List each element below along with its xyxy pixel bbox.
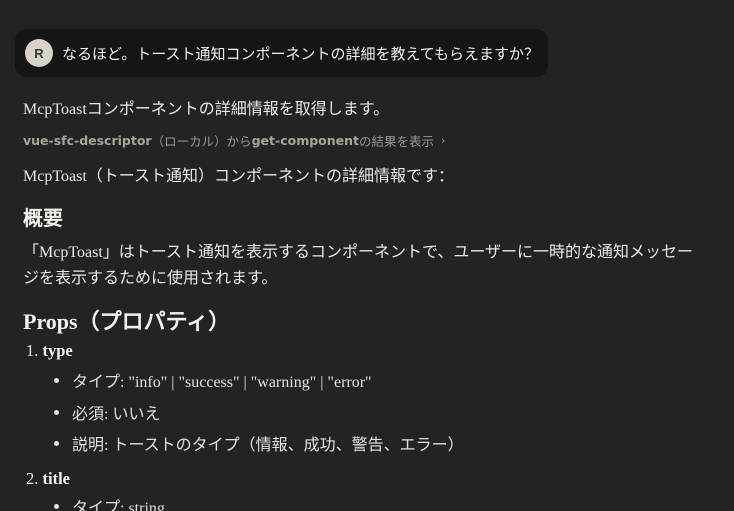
prop-item-type: 1. type xyxy=(26,341,73,361)
list-item: タイプ: "info" | "success" | "warning" | "e… xyxy=(54,368,372,392)
tool-result-label: の結果を表示 xyxy=(359,134,435,149)
prop-number: 1. xyxy=(26,341,39,360)
prop-detail: タイプ: "info" | "success" | "warning" | "e… xyxy=(72,374,372,391)
list-item: 説明: トーストのタイプ（情報、成功、警告、エラー） xyxy=(54,431,464,455)
prop-detail: タイプ: string xyxy=(72,500,165,511)
chevron-right-icon: › xyxy=(441,134,446,147)
list-item: タイプ: string xyxy=(54,494,165,511)
prop-number: 2. xyxy=(26,469,39,488)
prop-detail: 説明: トーストのタイプ（情報、成功、警告、エラー） xyxy=(72,437,464,454)
tool-source-location: （ローカル）から xyxy=(151,134,252,149)
bullet-icon xyxy=(54,409,59,415)
overview-text-line-2: ジを表示するために使用されます。 xyxy=(23,270,278,287)
prop-item-title: 2. title xyxy=(26,469,70,489)
response-intro: McpToastコンポーネントの詳細情報を取得します。 xyxy=(23,101,390,118)
user-message-text: なるほど。トースト通知コンポーネントの詳細を教えてもらえますか？ xyxy=(62,44,540,63)
user-avatar: R xyxy=(25,39,53,67)
bullet-icon xyxy=(54,440,59,446)
user-message-bubble: R なるほど。トースト通知コンポーネントの詳細を教えてもらえますか？ xyxy=(15,29,548,77)
prop-detail: 必須: いいえ xyxy=(72,406,161,423)
list-item: 必須: いいえ xyxy=(54,400,160,424)
overview-heading: 概要 xyxy=(23,208,63,230)
bullet-icon xyxy=(54,503,59,509)
prop-name: type xyxy=(42,341,73,360)
props-heading: Props（プロパティ） xyxy=(23,309,231,334)
prop-name: title xyxy=(42,469,70,488)
tool-source-name: vue-sfc-descriptor xyxy=(23,133,152,148)
tool-name: get-component xyxy=(251,133,360,148)
bullet-icon xyxy=(54,377,59,383)
tool-result-toggle[interactable]: vue-sfc-descriptor （ローカル）から get-componen… xyxy=(23,131,445,150)
response-summary: McpToast（トースト通知）コンポーネントの詳細情報です： xyxy=(23,168,454,185)
overview-text-line-1: 「McpToast」はトースト通知を表示するコンポーネントで、ユーザーに一時的な… xyxy=(23,244,693,261)
